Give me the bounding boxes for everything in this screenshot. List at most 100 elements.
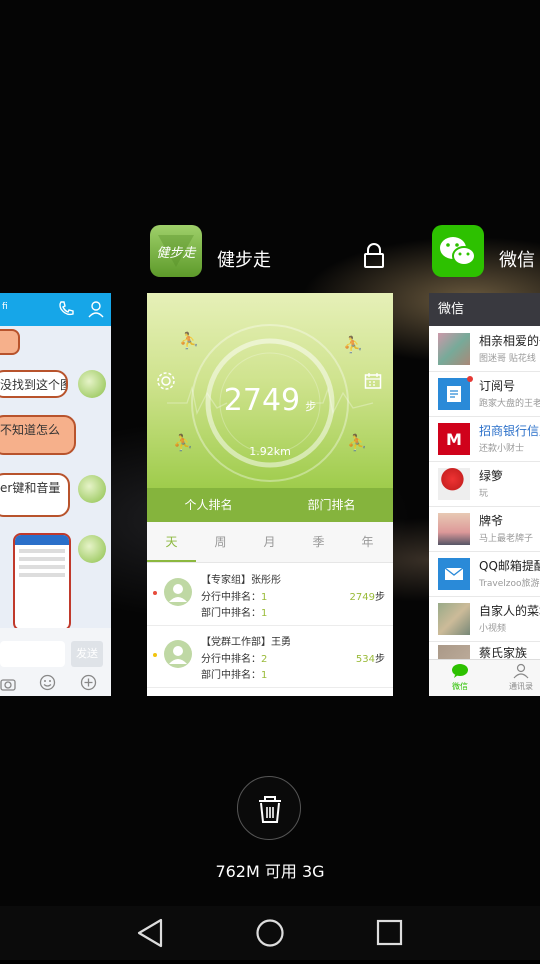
tab-month[interactable]: 月 (245, 522, 294, 562)
chat-preview: 还款小财士 (479, 444, 525, 454)
chat-bubble: 不知道怎么 (0, 415, 76, 455)
tab-contacts[interactable]: 通讯录 (503, 663, 539, 692)
home-button[interactable] (230, 906, 310, 960)
recents-button[interactable] (350, 906, 430, 960)
chat-title: QQ邮箱提醒 (479, 559, 540, 573)
chat-bubble-icon (452, 664, 468, 678)
qq-chat-card[interactable]: fi 没找到这个图 不知道怎么 er键和音量 发送 (0, 293, 111, 696)
contact-icon[interactable] (87, 300, 105, 322)
chat-bubble-text: 不知道怎么 (0, 423, 61, 437)
tab-chats[interactable]: 微信 (444, 663, 476, 692)
jianbuzou-icon-text: 健步走 (156, 246, 196, 261)
chat-list-item[interactable]: 自家人的菜地 小视频 (429, 596, 540, 642)
trash-icon (259, 796, 281, 823)
chat-preview: 小视频 (479, 624, 507, 634)
chat-list-item[interactable]: M 招商银行信用 还款小财士 (429, 416, 540, 462)
chat-list-item[interactable]: 订阅号 跑家大盘的王老 (429, 371, 540, 417)
chat-preview: 玩 (479, 489, 489, 499)
chat-bubble: er键和音量 (0, 473, 70, 517)
group-avatar (438, 333, 470, 365)
chat-list-item[interactable]: 牌爷 马上最老牌子 (429, 506, 540, 552)
dept-rank: 部门中排名：1 (201, 670, 268, 681)
contact-avatar (438, 468, 470, 500)
distance: 1.92km (249, 445, 291, 458)
row-steps: 534步 (355, 654, 385, 665)
avatar (164, 640, 192, 668)
chat-preview: 跑家大盘的王老 (479, 399, 540, 409)
branch-rank: 分行中排名：2 (201, 654, 268, 665)
phone-icon[interactable] (57, 300, 75, 322)
contacts-icon (513, 663, 529, 679)
chat-title: 自家人的菜地 (479, 604, 540, 618)
send-button[interactable]: 发送 (71, 641, 103, 667)
runner-icon: ⛹ (179, 331, 199, 350)
chat-list-item[interactable]: QQ邮箱提醒 Travelzoo旅游 (429, 551, 540, 597)
avatar (164, 578, 192, 606)
chat-list-item[interactable]: 绿箩 玩 (429, 461, 540, 507)
avatar[interactable] (78, 535, 106, 563)
tab-department-ranking[interactable]: 部门排名 (270, 488, 393, 522)
ranking-tabs: 个人排名 部门排名 (147, 488, 393, 522)
avatar[interactable] (78, 370, 106, 398)
qq-header-text: fi (2, 302, 8, 312)
chat-preview: Travelzoo旅游 (479, 579, 540, 589)
tab-quarter[interactable]: 季 (294, 522, 343, 562)
wechat-app-label: 微信 (499, 250, 535, 271)
plus-icon[interactable] (80, 674, 97, 695)
tab-year[interactable]: 年 (343, 522, 392, 562)
group-avatar (438, 603, 470, 635)
chat-bubble: 没找到这个图 (0, 370, 68, 398)
chat-title: 绿箩 (479, 469, 504, 483)
home-icon (256, 919, 284, 947)
qq-input-bar: 发送 (0, 628, 111, 696)
ranking-name: 【党群工作部】王勇 (201, 637, 291, 648)
wechat-header: 微信 (429, 293, 540, 326)
row-steps: 2749步 (349, 592, 385, 603)
screenshot-image[interactable] (13, 533, 71, 631)
contact-avatar (438, 513, 470, 545)
sticker-bubble (0, 329, 20, 355)
branch-rank: 分行中排名：1 (201, 592, 268, 603)
step-count: 2749 步 (147, 383, 393, 418)
chat-title: 招商银行信用 (479, 424, 540, 438)
back-button[interactable] (110, 906, 190, 960)
clear-all-button[interactable] (237, 776, 301, 840)
svg-text:M: M (446, 430, 462, 449)
avatar[interactable] (78, 475, 106, 503)
ranking-row[interactable]: 【专家组】张彤彤 分行中排名：1 部门中排名：1 2749步 (147, 563, 393, 626)
ranking-row[interactable]: 【党群工作部】王勇 分行中排名：2 部门中排名：1 534步 (147, 625, 393, 688)
chat-preview: 马上最老牌子 (479, 534, 534, 544)
camera-icon[interactable] (0, 676, 16, 695)
tab-chats-label: 微信 (452, 682, 468, 691)
tab-personal-ranking[interactable]: 个人排名 (147, 488, 270, 522)
step-count-value: 2749 (223, 383, 301, 418)
jianbuzou-card[interactable]: ⛹ ⛹ ⛹ ⛹ 2749 步 1.92km 个人排名 部门排名 天 周 月 季 … (147, 293, 393, 696)
step-summary-panel: ⛹ ⛹ ⛹ ⛹ 2749 步 1.92km (147, 293, 393, 488)
emoji-icon[interactable] (39, 674, 56, 695)
message-input[interactable] (0, 641, 65, 667)
tab-contacts-label: 通讯录 (509, 682, 533, 691)
wechat-bottom-tabs: 微信 通讯录 (429, 659, 540, 696)
tab-week[interactable]: 周 (196, 522, 245, 562)
chat-list-item[interactable]: 相亲相爱的一 图迷哥 贴花线 (429, 326, 540, 372)
lock-icon[interactable] (362, 242, 386, 270)
qq-chat-header: fi (0, 293, 111, 326)
runner-icon: ⛹ (343, 335, 363, 354)
tab-day[interactable]: 天 (147, 522, 196, 562)
chat-bubble-text: 没找到这个图 (0, 378, 68, 392)
jianbuzou-app-label: 健步走 (217, 250, 271, 271)
chat-title: 牌爷 (479, 514, 504, 528)
bank-logo-icon: M (438, 423, 470, 455)
jianbuzou-app-icon[interactable]: 健步走 (150, 225, 202, 277)
wechat-app-icon[interactable] (432, 225, 484, 277)
back-icon (137, 918, 163, 948)
chat-preview: 图迷哥 贴花线 (479, 354, 536, 364)
chat-title: 相亲相爱的一 (479, 334, 540, 348)
chat-title: 订阅号 (479, 379, 516, 393)
wechat-card[interactable]: 微信 相亲相爱的一 图迷哥 贴花线 订阅号 跑家大盘的王老 M 招商银行信用 还… (429, 293, 540, 696)
step-count-unit: 步 (305, 400, 317, 413)
rank-dot (153, 591, 157, 595)
unread-dot (467, 376, 473, 382)
subscription-icon (438, 378, 470, 410)
chat-list-item[interactable]: 蔡氏家族 (429, 641, 540, 661)
